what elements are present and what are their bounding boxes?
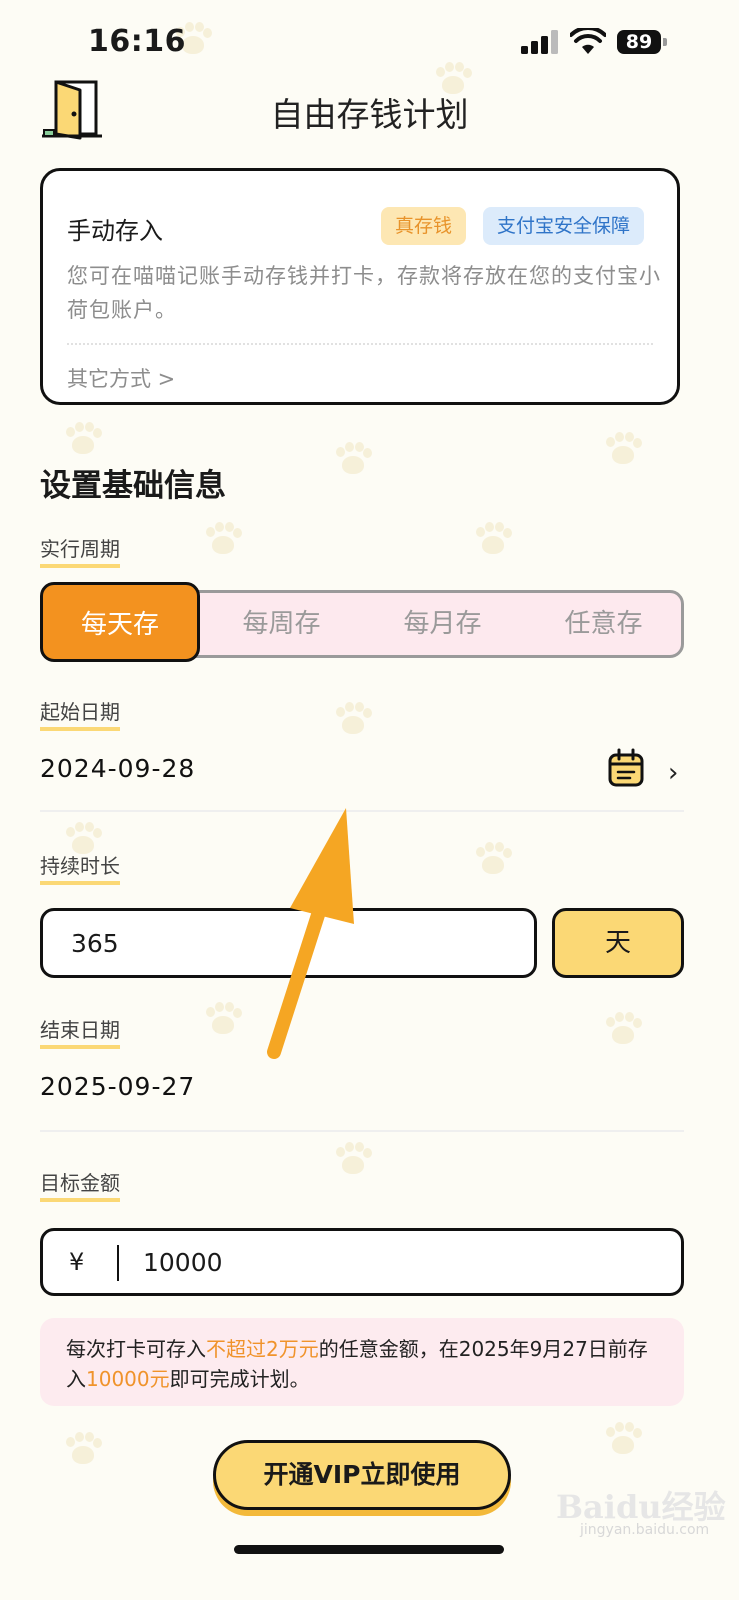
start-date-label: 起始日期 <box>40 696 120 731</box>
annotation-arrow-icon <box>267 808 354 1059</box>
paw-icon <box>600 1420 646 1460</box>
start-date-value[interactable]: 2024-09-28 <box>40 754 195 783</box>
duration-label: 持续时长 <box>40 850 120 885</box>
home-indicator[interactable] <box>234 1545 504 1554</box>
input-separator <box>117 1245 119 1281</box>
battery-icon: 89 <box>617 30 661 54</box>
paw-icon <box>200 520 246 560</box>
note-amount-highlight: 10000元 <box>86 1367 170 1391</box>
paw-icon <box>330 1140 376 1180</box>
paw-icon <box>470 840 516 880</box>
paw-icon <box>60 1430 106 1470</box>
paw-icon <box>200 1000 246 1040</box>
paw-icon <box>330 440 376 480</box>
period-label: 实行周期 <box>40 533 120 568</box>
calendar-icon[interactable] <box>608 748 644 788</box>
deposit-method-title: 手动存入 <box>67 217 163 245</box>
note-text: 每次打卡可存入 <box>66 1337 206 1361</box>
wifi-icon <box>570 28 606 54</box>
end-date-value: 2025-09-27 <box>40 1072 196 1101</box>
period-segmented-control: 每周存 每月存 任意存 每天存 <box>40 582 684 662</box>
duration-unit-button[interactable]: 天 <box>552 908 684 978</box>
other-methods-link[interactable]: 其它方式 > <box>67 363 175 393</box>
status-bar: 16:16 89 <box>0 0 739 80</box>
cellular-signal-icon <box>521 30 559 54</box>
status-time: 16:16 <box>88 24 186 59</box>
paw-icon <box>600 1010 646 1050</box>
page-title: 自由存钱计划 <box>270 95 469 134</box>
plan-note: 每次打卡可存入不超过2万元的任意金额，在2025年9月27日前存入10000元即… <box>40 1318 684 1406</box>
currency-symbol: ¥ <box>69 1248 85 1276</box>
segment-daily[interactable]: 每天存 <box>40 582 200 662</box>
segment-any[interactable]: 任意存 <box>523 590 684 658</box>
deposit-description: 您可在喵喵记账手动存钱并打卡，存款将存放在您的支付宝小荷包账户。 <box>67 264 661 322</box>
note-text: 即可完成计划。 <box>169 1367 310 1391</box>
paw-icon <box>600 430 646 470</box>
alipay-security-badge: 支付宝安全保障 <box>483 207 645 245</box>
target-amount-label: 目标金额 <box>40 1167 120 1202</box>
section-title: 设置基础信息 <box>40 468 226 504</box>
card-divider <box>67 343 653 345</box>
end-date-label: 结束日期 <box>40 1014 120 1049</box>
duration-value: 365 <box>71 929 119 958</box>
real-saving-badge: 真存钱 <box>381 207 467 245</box>
open-vip-button[interactable]: 开通VIP立即使用 <box>213 1440 511 1510</box>
chevron-right-icon[interactable]: › <box>668 758 678 788</box>
target-amount-input[interactable]: ¥ 10000 <box>40 1228 684 1296</box>
watermark-url: jingyan.baidu.com <box>580 1522 710 1538</box>
segment-monthly[interactable]: 每月存 <box>362 590 523 658</box>
paw-icon <box>330 700 376 740</box>
battery-level: 89 <box>625 31 653 53</box>
segment-weekly[interactable]: 每周存 <box>201 590 362 658</box>
target-amount-value: 10000 <box>143 1248 223 1277</box>
paw-icon <box>60 420 106 460</box>
paw-icon <box>470 520 516 560</box>
row-divider <box>40 1130 684 1132</box>
note-limit-highlight: 不超过2万元 <box>206 1337 319 1361</box>
deposit-method-card: 手动存入 真存钱 支付宝安全保障 您可在喵喵记账手动存钱并打卡，存款将存放在您的… <box>40 168 680 405</box>
battery-tip <box>663 38 667 46</box>
